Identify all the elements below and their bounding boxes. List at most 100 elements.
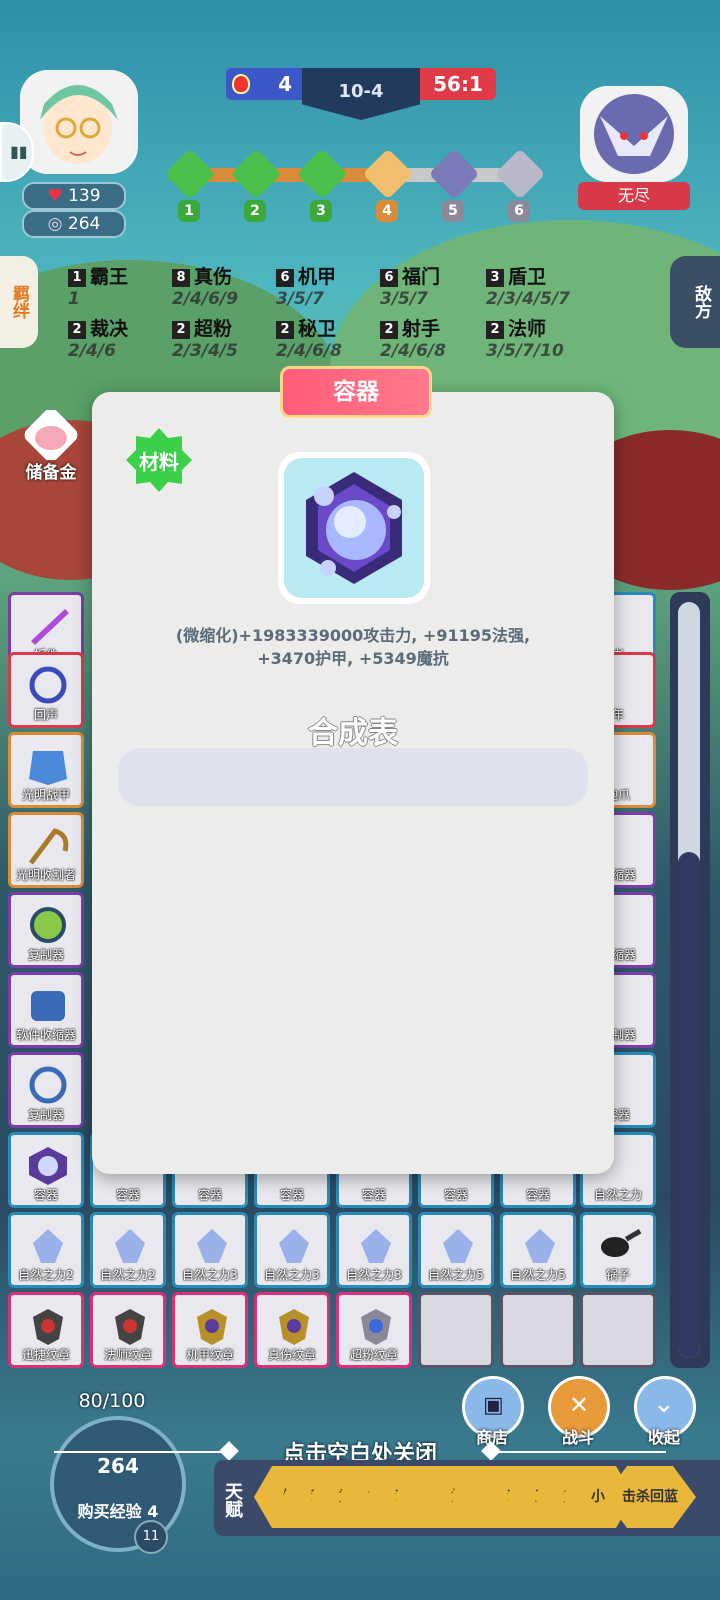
synergy-name: 裁决 (90, 318, 129, 340)
item-slot[interactable]: 自然之力3 (172, 1212, 248, 1288)
crystal-icon (115, 1229, 145, 1263)
item-name: 自然之力5 (428, 1268, 484, 1282)
item-slot[interactable]: 自然之力2 (8, 1212, 84, 1288)
replicator-icon (29, 1066, 67, 1104)
description-line: (微缩化)+1983339000攻击力, +91195法强, (175, 626, 531, 645)
cards-icon: ▣ (483, 1393, 504, 1418)
item-slot[interactable]: 回声 (8, 652, 84, 728)
empty-slot[interactable] (580, 1292, 656, 1368)
item-slot[interactable]: 迅捷纹章 (8, 1292, 84, 1368)
item-name: 容器 (443, 1188, 468, 1202)
synergy-item[interactable]: 6 机甲 3/5/7 (276, 262, 336, 309)
hp-value: 139 (68, 186, 101, 206)
synergy-item[interactable]: 2 超粉 2/3/4/5 (172, 314, 238, 361)
synergy-name: 真伤 (194, 266, 233, 288)
container-orb-icon (306, 472, 402, 584)
reserve-fund[interactable]: 储备金 (16, 408, 86, 483)
synergy-name: 霸王 (90, 266, 129, 288)
item-name: 容器 (33, 1188, 58, 1202)
crystal-icon (197, 1229, 227, 1263)
round-number: 6 (508, 200, 530, 222)
emblem-icon (115, 1309, 145, 1345)
item-slot[interactable]: 自然之力5 (500, 1212, 576, 1288)
item-slot[interactable]: 复制器 (8, 1052, 84, 1128)
reserve-label: 储备金 (25, 463, 77, 483)
item-slot[interactable]: 机甲纹章 (172, 1292, 248, 1368)
item-slot[interactable]: 锅子 (580, 1212, 656, 1288)
score-banner: 4 10-4 56:1 (226, 68, 496, 120)
recipe-list (118, 748, 588, 806)
item-slot[interactable]: 光明收割者 (8, 812, 84, 888)
synergy-level: 3 (486, 269, 504, 287)
synergy-tiers: 2/4/6/8 (276, 341, 342, 361)
scroll-thumb[interactable] (678, 852, 700, 1358)
synergy-name: 机甲 (298, 266, 337, 288)
item-name: 光明收割者 (15, 868, 76, 882)
synergy-item[interactable]: 2 法师 3/5/7/10 (486, 314, 564, 361)
scythe-icon (29, 828, 69, 865)
grid-scrollbar[interactable] (670, 592, 710, 1368)
synergy-tiers: 3/5/7 (276, 289, 324, 309)
synergy-tiers: 2/4/6 (68, 341, 116, 361)
item-slot[interactable]: 自然之力3 (254, 1212, 330, 1288)
round-number: 4 (376, 200, 398, 222)
item-name: 软件收缩器 (15, 1028, 76, 1042)
item-slot[interactable]: 软件收缩器 (8, 972, 84, 1048)
synergy-item[interactable]: 2 裁决 2/4/6 (68, 314, 128, 361)
heart-icon: ♥ (47, 186, 63, 206)
synergy-tiers: 3/5/7 (380, 289, 428, 309)
synergy-item[interactable]: 3 盾卫 2/3/4/5/7 (486, 262, 570, 309)
item-name: 机甲纹章 (185, 1348, 234, 1362)
synergy-item[interactable]: 6 福门 3/5/7 (380, 262, 440, 309)
frying-pan-icon (601, 1229, 642, 1257)
synergy-tiers: 1 (68, 289, 80, 309)
synergy-name: 射手 (402, 318, 441, 340)
enemy-avatar[interactable] (580, 86, 688, 182)
crystal-icon (443, 1229, 473, 1263)
my-score: 4 (226, 68, 302, 100)
item-slot[interactable]: 自然之力5 (418, 1212, 494, 1288)
player-level: 11 (134, 1520, 168, 1554)
synergy-tab[interactable]: 羁绊 (0, 256, 38, 348)
empty-slot[interactable] (418, 1292, 494, 1368)
player-portrait-icon (20, 70, 138, 174)
item-name: 锅子 (605, 1268, 630, 1282)
synergy-item[interactable]: 1 霸王 1 (68, 262, 128, 309)
enemy-tab[interactable]: 敌方 (670, 256, 720, 348)
empty-slot[interactable] (500, 1292, 576, 1368)
crystal-icon (525, 1229, 555, 1263)
item-slot[interactable]: 光明战甲 (8, 732, 84, 808)
synergy-tiers: 3/5/7/10 (486, 341, 564, 361)
item-slot[interactable]: 复制器 (8, 892, 84, 968)
synergy-level: 6 (380, 269, 398, 287)
replicator-icon (30, 907, 66, 943)
item-slot[interactable]: 法师纹章 (90, 1292, 166, 1368)
item-name: 自然之力2 (100, 1268, 156, 1282)
synergy-level: 2 (380, 321, 398, 339)
buy-xp-label: 购买经验 4 (77, 1502, 159, 1521)
item-slot[interactable]: 真伤纹章 (254, 1292, 330, 1368)
synergy-name: 盾卫 (508, 266, 547, 288)
synergy-item[interactable]: 8 真伤 2/4/6/9 (172, 262, 238, 309)
synergy-tiers: 2/3/4/5 (172, 341, 238, 361)
enemy-name-label: 无尽 (578, 182, 690, 210)
synergy-item[interactable]: 2 射手 2/4/6/8 (380, 314, 446, 361)
piggy-bank-icon (24, 408, 78, 462)
item-icon-frame (278, 452, 430, 604)
synergy-level: 2 (68, 321, 86, 339)
flame-icon (232, 74, 250, 94)
item-slot[interactable]: 容器 (8, 1132, 84, 1208)
round-number: 5 (442, 200, 464, 222)
item-slot[interactable]: 超粉纹章 (336, 1292, 412, 1368)
synergy-item[interactable]: 2 秘卫 2/4/6/8 (276, 314, 342, 361)
item-slot[interactable]: 自然之力3 (336, 1212, 412, 1288)
item-name: 自然之力 (593, 1188, 642, 1202)
player-avatar[interactable] (20, 70, 138, 174)
armor-icon (29, 751, 67, 785)
badge-label: 材料 (139, 450, 179, 474)
container-orb-icon (29, 1147, 67, 1185)
item-slot[interactable]: 自然之力2 (90, 1212, 166, 1288)
gold-value: 264 (67, 214, 101, 234)
recipe-title: 合成表 (308, 716, 398, 751)
chevron-down-icon: ⌄ (653, 1389, 675, 1419)
